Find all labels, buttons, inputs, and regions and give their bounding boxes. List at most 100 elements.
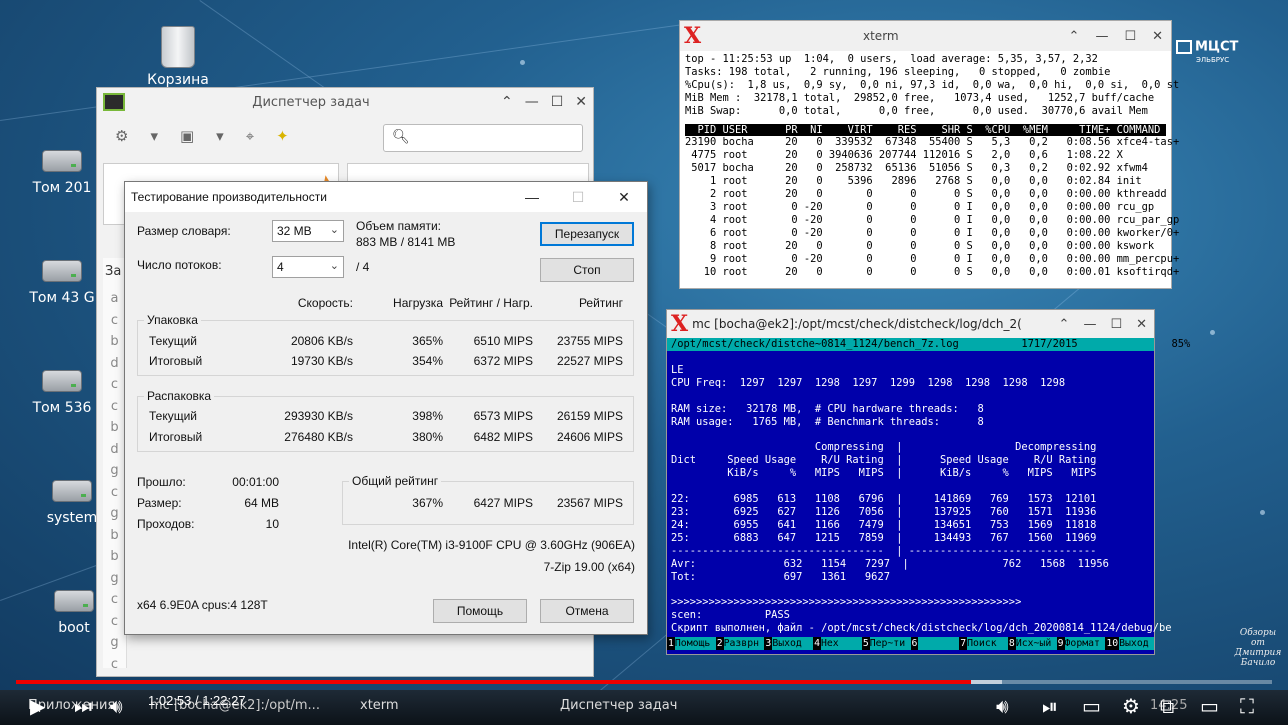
minimize-button[interactable]: — (509, 189, 555, 205)
maximize-button[interactable]: ☐ (551, 94, 564, 110)
cancel-button[interactable]: Отмена (540, 599, 634, 623)
fkey-exit[interactable]: 3 Выход (764, 637, 814, 650)
volume-icon[interactable]: 🔊︎ (110, 694, 123, 718)
x-logo-icon: X (671, 311, 689, 337)
drive-icon (52, 480, 92, 502)
list-item: c (110, 398, 119, 414)
close-button[interactable]: ✕ (1152, 29, 1163, 44)
size-label: Размер: (137, 496, 182, 510)
rating-value: 23755 MIPS (556, 334, 623, 348)
threads-max: / 4 (356, 260, 370, 274)
fullscreen-icon[interactable]: ⛶ (1240, 694, 1254, 718)
dict-size-select[interactable]: 32 MB ⌄ (272, 220, 344, 242)
benchmark-titlebar[interactable]: Тестирование производительности — ☐ ✕ (125, 182, 647, 212)
version-info: 7-Zip 19.00 (x64) (543, 560, 635, 574)
threads-label: Число потоков: (137, 258, 222, 272)
row-label: Итоговый (149, 354, 203, 368)
close-button[interactable]: ✕ (575, 94, 587, 110)
minimize-button[interactable]: — (525, 94, 539, 110)
speed-value: 20806 KB/s (290, 334, 353, 348)
help-button[interactable]: Помощь (433, 599, 527, 623)
desktop-icon-label: Корзина (147, 72, 209, 88)
view-icon[interactable]: ▣ (180, 127, 194, 145)
stop-button[interactable]: Стоп (540, 258, 634, 282)
fkey-wrap[interactable]: 2 Разврн (715, 637, 765, 650)
minimize-button[interactable]: — (1095, 29, 1108, 44)
fkey-help[interactable]: 1 Помощь (667, 637, 716, 650)
target-icon[interactable]: ⌖ (246, 127, 254, 145)
column-header-load: Нагрузка (393, 296, 443, 310)
buffered-bar (971, 680, 1002, 684)
list-item: b (110, 420, 119, 435)
fkey-6[interactable]: 6 (910, 637, 960, 650)
desktop-icon-volume[interactable]: Том 201 (22, 150, 102, 196)
next-icon[interactable]: ⏭ (74, 694, 92, 718)
column-header-speed: Скорость: (297, 296, 353, 310)
theater-icon[interactable]: ▭ (1200, 694, 1219, 718)
taskbar-item-taskmgr[interactable]: Диспетчер задач (560, 698, 677, 713)
close-button[interactable]: ✕ (601, 189, 647, 206)
xterm-titlebar[interactable]: X xterm ⌃ — ☐ ✕ (680, 21, 1171, 51)
settings-gear-icon[interactable]: ⚙ (1122, 694, 1140, 718)
drive-icon (42, 260, 82, 282)
minimize-button[interactable]: — (1083, 317, 1096, 332)
row-label: Текущий (149, 334, 197, 348)
dict-size-label: Размер словаря: (137, 224, 231, 238)
cpu-info: Intel(R) Core(TM) i3-9100F CPU @ 3.60GHz… (348, 538, 635, 552)
star-icon[interactable]: ✦ (276, 127, 289, 145)
restart-button[interactable]: Перезапуск (540, 222, 634, 246)
maximize-chevron-icon[interactable]: ⌃ (1069, 29, 1080, 44)
rating-value: 22527 MIPS (556, 354, 623, 368)
desktop-icon-volume[interactable]: Том 43 G (22, 260, 102, 306)
rating-load-value: 6510 MIPS (473, 334, 533, 348)
video-progress-bar[interactable] (16, 680, 1272, 684)
memory-value: 883 MB / 8141 MB (356, 235, 456, 249)
rating-load-value: 6372 MIPS (473, 354, 533, 368)
rating-value: 24606 MIPS (556, 430, 623, 444)
background-dot (1260, 510, 1265, 515)
fkey-goto[interactable]: 5 Пер~ти (861, 637, 911, 650)
fkey-quit[interactable]: 10 Выход (1105, 637, 1155, 650)
search-input[interactable]: 🔍︎ (383, 124, 583, 152)
fkey-search[interactable]: 7 Поиск (959, 637, 1008, 650)
close-button[interactable]: ✕ (1136, 317, 1147, 332)
miniplayer-icon[interactable]: ⧉ (1160, 694, 1174, 718)
maximize-button[interactable]: ☐ (1110, 317, 1122, 332)
processes-icon[interactable]: ⚙ (115, 127, 128, 145)
trash-icon (161, 26, 195, 68)
list-item: b (110, 549, 119, 564)
row-label: Текущий (149, 409, 197, 423)
load-value: 380% (412, 430, 443, 444)
load-value: 365% (412, 334, 443, 348)
maximize-chevron-icon[interactable]: ⌃ (1059, 317, 1070, 332)
chevron-down-icon: ⌄ (329, 260, 339, 272)
list-item: g (110, 635, 119, 650)
threads-select[interactable]: 4 ⌄ (272, 256, 344, 278)
taskbar-item-xterm[interactable]: xterm (360, 698, 399, 713)
desktop-icon-label: Том 536 (32, 400, 92, 416)
group-caption: Общий рейтинг (349, 474, 442, 488)
autoplay-toggle[interactable]: ⏯ (1042, 694, 1058, 718)
maximize-button[interactable]: ☐ (1124, 29, 1136, 44)
dropdown-arrow-icon[interactable]: ▾ (216, 127, 224, 145)
load-value: 354% (412, 354, 443, 368)
background-dot (520, 60, 525, 65)
row-label: Итоговый (149, 430, 203, 444)
process-table-header: PID USER PR NI VIRT RES SHR S %CPU %MEM … (685, 123, 1192, 137)
play-icon[interactable]: ▶ (30, 694, 45, 718)
fkey-format[interactable]: 9 Формат (1056, 637, 1106, 650)
column-header: За (105, 264, 122, 279)
subtitles-icon[interactable]: ▭ (1082, 694, 1101, 718)
fkey-hex[interactable]: 4 Hex (813, 637, 862, 650)
fkey-raw[interactable]: 8 Исх~ый (1007, 637, 1057, 650)
desktop-icon-volume[interactable]: Том 536 (22, 370, 102, 416)
list-item: g (110, 506, 119, 521)
drive-icon (42, 370, 82, 392)
mc-titlebar[interactable]: X mc [bocha@ek2]:/opt/mcst/check/distche… (667, 310, 1154, 338)
desktop-icon-trash[interactable]: Корзина (138, 26, 218, 88)
dropdown-arrow-icon[interactable]: ▾ (150, 127, 158, 145)
desktop-icon-label: system (46, 510, 98, 526)
maximize-chevron-icon[interactable]: ⌃ (501, 94, 513, 110)
task-manager-titlebar[interactable]: Диспетчер задач ⌃ — ☐ ✕ (97, 88, 593, 116)
volume-icon[interactable]: 🔊︎ (996, 694, 1009, 718)
